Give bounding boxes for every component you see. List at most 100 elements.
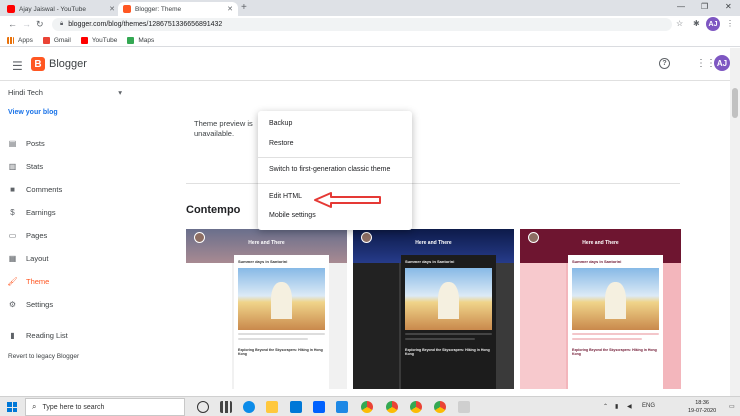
language-indicator[interactable]: ENG [642,403,655,409]
blog-selector[interactable]: Hindi Tech ▾ [8,88,122,97]
sidebar-item-earnings[interactable]: $ Earnings [8,208,56,217]
sidebar-item-stats[interactable]: ▥ Stats [8,162,43,171]
menu-item-edit-html[interactable]: Edit HTML [269,193,302,200]
restore-icon[interactable]: ❐ [701,2,708,11]
theme-icon: 🖌︎ [7,277,18,286]
theme-thumbnail-pink[interactable]: Here and There Summer days in Santorini … [520,229,681,389]
gmail-icon [42,36,50,44]
app-icon[interactable] [336,401,348,413]
pages-icon: ▭ [8,231,17,240]
account-avatar[interactable]: AJ [714,55,730,71]
thumbnail-sidebar [520,263,566,389]
thumbnail-blog-title: Here and There [248,240,285,246]
dropdown-arrow-icon: ▾ [118,88,122,97]
cortana-icon[interactable] [197,401,209,413]
windows-taskbar: ⌕ Type here to search ⌃ ▮ ◀︎ ENG 18:36 1… [0,396,740,416]
minimize-icon[interactable]: — [677,2,685,11]
menu-item-restore[interactable]: Restore [269,140,294,147]
close-tab-icon[interactable]: ✕ [227,5,233,13]
thumbnail-sidebar [186,263,232,389]
reload-icon[interactable]: ↻ [36,19,44,30]
thumbnail-post-image [238,268,325,330]
file-explorer-icon[interactable] [266,401,278,413]
sidebar-item-label: Earnings [26,208,56,217]
address-bar[interactable]: 🔒︎ blogger.com/blog/themes/1286751336656… [52,18,672,31]
chrome-icon[interactable] [410,401,422,413]
app-icon[interactable] [458,401,470,413]
windows-start-icon[interactable] [7,402,17,412]
menu-item-mobile-settings[interactable]: Mobile settings [269,212,316,219]
more-menu-icon[interactable]: ⋮ [726,19,734,28]
sidebar-item-pages[interactable]: ▭ Pages [8,231,48,240]
theme-section-title: Contempo [186,204,241,216]
menu-item-backup[interactable]: Backup [269,120,292,127]
network-icon[interactable]: ▮ [615,403,618,410]
chrome-icon[interactable] [361,401,373,413]
thumbnail-post2-title: Exploring Beyond the Skyscrapers: Hiking… [238,348,323,356]
view-blog-link[interactable]: View your blog [8,109,58,116]
lock-icon: 🔒︎ [60,21,64,27]
thumbnail-blog-title: Here and There [582,240,619,246]
bookmark-apps[interactable]: Apps [7,36,33,44]
help-icon[interactable]: ? [659,58,670,69]
sidebar-item-comments[interactable]: ■ Comments [8,185,62,194]
sidebar-item-label: Reading List [26,331,68,340]
revert-legacy-link[interactable]: Revert to legacy Blogger [8,353,79,360]
system-clock[interactable]: 18:36 19-07-2020 [688,399,716,415]
blogger-favicon-icon [123,5,131,13]
tray-up-icon[interactable]: ⌃ [603,403,608,410]
bookmark-gmail[interactable]: Gmail [42,36,71,44]
chrome-icon[interactable] [386,401,398,413]
bookmark-youtube[interactable]: YouTube [80,36,117,44]
sidebar-item-posts[interactable]: ▤ Posts [8,139,45,148]
sidebar-item-label: Stats [26,162,44,171]
close-tab-icon[interactable]: ✕ [109,5,115,13]
close-window-icon[interactable]: ✕ [725,2,732,11]
tab-title: Blogger: Theme [135,5,182,13]
thumbnail-post-title: Summer days in Santorini [238,259,288,264]
new-tab-button[interactable]: + [241,2,247,13]
sidebar-item-layout[interactable]: ▦ Layout [8,254,49,263]
thumbnail-blog-title: Here and There [415,240,452,246]
search-placeholder: Type here to search [42,403,105,411]
thumbnail-post-image [405,268,492,330]
clock-date: 19-07-2020 [688,408,717,414]
theme-thumbnail-light[interactable]: Here and There Summer days in Santorini … [186,229,347,389]
back-icon[interactable]: ← [8,19,17,29]
scroll-thumb[interactable] [732,88,738,118]
extensions-icon[interactable]: ✱ [693,19,700,28]
theme-thumbnail-dark[interactable]: Here and There Summer days in Santorini … [353,229,514,389]
sidebar-item-label: Comments [26,185,63,194]
hamburger-menu-icon[interactable]: ☰ [12,59,23,73]
notifications-icon[interactable]: ▭ [729,403,735,410]
theme-options-menu: Backup Restore Switch to first-generatio… [258,111,412,230]
sidebar-item-reading-list[interactable]: ▮ Reading List [8,331,68,340]
task-view-icon[interactable] [220,401,232,413]
thumbnail-sidebar [353,263,399,389]
thumbnail-post2-title: Exploring Beyond the Skyscrapers: Hiking… [405,348,490,356]
tab-blogger-theme[interactable]: Blogger: Theme ✕ [118,2,238,16]
chrome-icon[interactable] [434,401,446,413]
dropbox-icon[interactable] [313,401,325,413]
profile-avatar[interactable]: AJ [706,17,720,31]
menu-divider [258,183,412,184]
sidebar-item-settings[interactable]: ⚙ Settings [8,300,53,309]
youtube-favicon-icon [7,5,15,13]
comments-icon: ■ [10,185,15,194]
volume-icon[interactable]: ◀︎ [627,403,632,410]
url-text: blogger.com/blog/themes/1286751336656891… [68,21,223,28]
bookmark-star-icon[interactable]: ☆ [676,19,683,28]
menu-item-switch-classic[interactable]: Switch to first-generation classic theme [269,166,390,173]
blogger-logo[interactable]: B [31,57,45,71]
edge-icon[interactable] [243,401,255,413]
thumbnail-post-image [572,268,659,330]
sidebar: Hindi Tech ▾ View your blog ▤ Posts ▥ St… [0,82,180,396]
sidebar-item-theme[interactable]: 🖌︎ Theme [7,277,49,286]
mail-icon[interactable] [290,401,302,413]
taskbar-search-box[interactable]: ⌕ Type here to search [25,398,185,416]
forward-icon[interactable]: → [22,19,31,29]
tab-youtube[interactable]: Ajay Jaiswal - YouTube ✕ [2,2,120,16]
bookmark-maps[interactable]: Maps [127,36,154,44]
sidebar-item-label: Layout [26,254,49,263]
page-scrollbar[interactable] [730,48,740,396]
